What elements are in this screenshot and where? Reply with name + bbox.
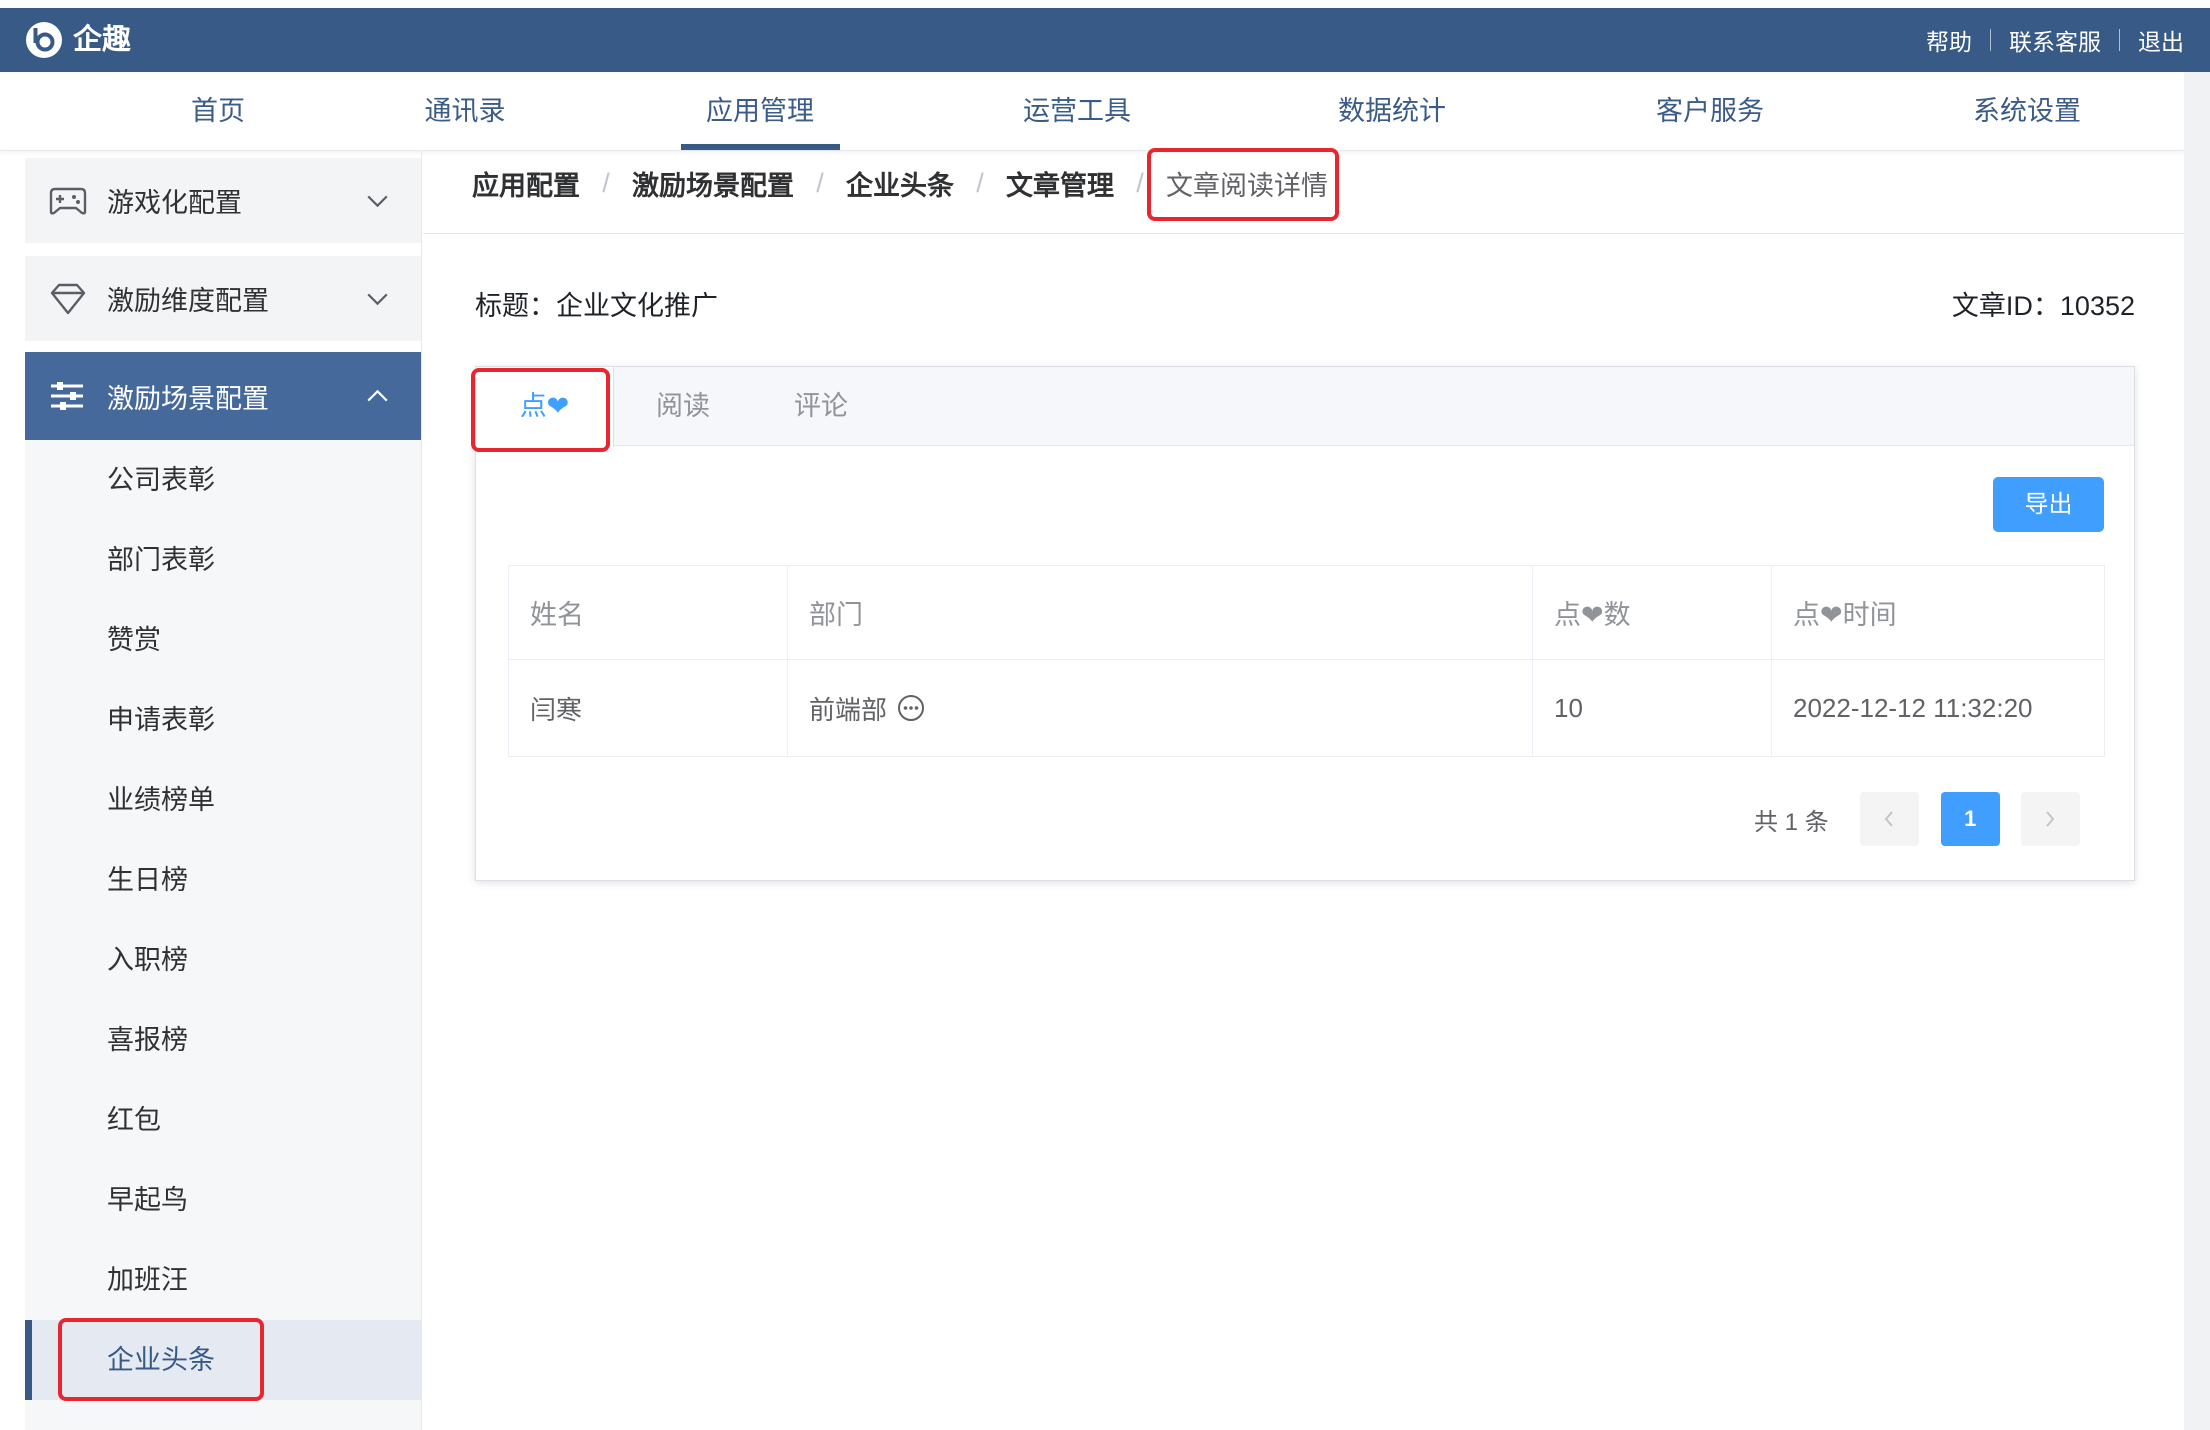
sidebar-item-department-commendation[interactable]: 部门表彰 bbox=[25, 520, 421, 600]
sidebar-item-appreciation[interactable]: 赞赏 bbox=[25, 600, 421, 680]
selected-indicator-bar bbox=[25, 1320, 32, 1400]
column-header-name: 姓名 bbox=[508, 565, 788, 660]
column-header-like-time: 点❤时间 bbox=[1771, 565, 2105, 660]
nav-item-system-settings[interactable]: 系统设置 bbox=[1973, 72, 2081, 151]
cell-like-count: 10 bbox=[1532, 659, 1772, 757]
chevron-up-icon bbox=[366, 389, 389, 403]
diamond-icon bbox=[49, 282, 87, 316]
contact-support-link[interactable]: 联系客服 bbox=[2009, 23, 2101, 57]
table-row: 闫寒 前端部 10 2022-12-12 11:32:20 bbox=[508, 659, 2105, 757]
chevron-right-icon bbox=[2044, 810, 2056, 828]
breadcrumb-current-page: 文章阅读详情 bbox=[1166, 170, 1328, 201]
nav-item-contacts[interactable]: 通讯录 bbox=[425, 72, 506, 151]
chevron-down-icon bbox=[366, 194, 389, 207]
top-links: 帮助 联系客服 退出 bbox=[1926, 8, 2184, 72]
pagination-next-button[interactable] bbox=[2020, 792, 2080, 846]
sidebar-group-incentive-dimension[interactable]: 激励维度配置 bbox=[25, 256, 421, 341]
breadcrumb-headlines[interactable]: 企业头条 bbox=[846, 164, 954, 203]
top-link-divider bbox=[1990, 29, 1991, 51]
top-bar: 企趣 帮助 联系客服 退出 bbox=[0, 8, 2210, 72]
tab-likes[interactable]: 点❤ bbox=[476, 367, 614, 447]
sidebar-divider bbox=[421, 151, 422, 1430]
nav-item-data-statistics[interactable]: 数据统计 bbox=[1338, 72, 1446, 151]
app-logo[interactable]: 企趣 bbox=[25, 21, 131, 59]
sidebar-item-good-news-ranking[interactable]: 喜报榜 bbox=[25, 1000, 421, 1080]
nav-item-operation-tools[interactable]: 运营工具 bbox=[1023, 72, 1131, 151]
nav-active-underline bbox=[681, 144, 840, 150]
nav-item-customer-service[interactable]: 客户服务 bbox=[1656, 72, 1764, 151]
nav-item-home[interactable]: 首页 bbox=[191, 72, 245, 151]
article-title-label: 标题： bbox=[475, 291, 556, 321]
breadcrumb: 应用配置 / 激励场景配置 / 企业头条 / 文章管理 / 文章阅读详情 bbox=[472, 165, 1328, 201]
department-name: 前端部 bbox=[809, 694, 888, 725]
article-id-label: 文章ID： bbox=[1951, 291, 2060, 321]
sidebar-item-early-bird[interactable]: 早起鸟 bbox=[25, 1160, 421, 1240]
breadcrumb-separator: / bbox=[976, 167, 984, 198]
sidebar-group-gamification[interactable]: 游戏化配置 bbox=[25, 158, 421, 243]
app-name: 企趣 bbox=[73, 24, 132, 56]
sidebar-item-performance-ranking[interactable]: 业绩榜单 bbox=[25, 760, 421, 840]
qiqu-logo-icon bbox=[25, 21, 63, 59]
cell-department: 前端部 bbox=[787, 659, 1533, 757]
export-button[interactable]: 导出 bbox=[1993, 477, 2104, 532]
tab-bar: 点❤ 阅读 评论 bbox=[476, 367, 2134, 447]
detail-card: 点❤ 阅读 评论 导出 姓名 部门 点❤数 点❤时间 闫寒 前端部 10 202… bbox=[475, 366, 2135, 881]
gamepad-icon bbox=[49, 186, 87, 216]
breadcrumb-separator: / bbox=[816, 167, 824, 198]
likes-table: 姓名 部门 点❤数 点❤时间 闫寒 前端部 10 2022-12-12 11:3… bbox=[508, 565, 2105, 757]
column-header-like-count: 点❤数 bbox=[1532, 565, 1772, 660]
cell-like-time: 2022-12-12 11:32:20 bbox=[1771, 659, 2105, 757]
sidebar-item-birthday-ranking[interactable]: 生日榜 bbox=[25, 840, 421, 920]
article-title: 标题：企业文化推广 bbox=[475, 288, 718, 324]
pagination-total: 共 1 条 bbox=[1754, 808, 1829, 836]
page-right-gutter bbox=[2184, 72, 2210, 1430]
logout-link[interactable]: 退出 bbox=[2138, 23, 2184, 57]
more-circle-icon[interactable] bbox=[897, 694, 925, 722]
pagination: 共 1 条 1 bbox=[1754, 792, 2080, 846]
article-title-value: 企业文化推广 bbox=[556, 291, 718, 321]
breadcrumb-incentive-scene[interactable]: 激励场景配置 bbox=[632, 164, 794, 203]
main-nav: 首页 通讯录 应用管理 运营工具 数据统计 客户服务 系统设置 bbox=[0, 72, 2184, 151]
nav-item-app-management[interactable]: 应用管理 bbox=[706, 72, 814, 151]
chevron-left-icon bbox=[1883, 810, 1895, 828]
sidebar-submenu: 公司表彰 部门表彰 赞赏 申请表彰 业绩榜单 生日榜 入职榜 喜报榜 红包 早起… bbox=[25, 440, 421, 1430]
breadcrumb-separator: / bbox=[1136, 167, 1144, 198]
sidebar-group-label: 激励维度配置 bbox=[107, 286, 269, 316]
tab-reads[interactable]: 阅读 bbox=[614, 367, 752, 446]
pagination-prev-button[interactable] bbox=[1859, 792, 1919, 846]
sidebar-item-company-commendation[interactable]: 公司表彰 bbox=[25, 440, 421, 520]
breadcrumb-separator: / bbox=[602, 167, 610, 198]
top-link-divider bbox=[2119, 29, 2120, 51]
help-link[interactable]: 帮助 bbox=[1926, 23, 1972, 57]
tab-comments[interactable]: 评论 bbox=[752, 367, 890, 446]
sidebar-item-overtime[interactable]: 加班汪 bbox=[25, 1240, 421, 1320]
sidebar-item-headlines[interactable]: 企业头条 bbox=[25, 1320, 421, 1400]
breadcrumb-article-management[interactable]: 文章管理 bbox=[1006, 164, 1114, 203]
pagination-page-button[interactable]: 1 bbox=[1940, 792, 2000, 846]
sidebar-item-apply-commendation[interactable]: 申请表彰 bbox=[25, 680, 421, 760]
department-cell-content: 前端部 bbox=[809, 690, 1532, 727]
sidebar-group-label: 激励场景配置 bbox=[107, 383, 269, 414]
sliders-icon bbox=[49, 381, 85, 411]
column-header-department: 部门 bbox=[787, 565, 1533, 660]
table-header-row: 姓名 部门 点❤数 点❤时间 bbox=[508, 565, 2105, 660]
chevron-down-icon bbox=[366, 292, 389, 305]
sidebar-item-onboarding-ranking[interactable]: 入职榜 bbox=[25, 920, 421, 1000]
sidebar-group-label: 游戏化配置 bbox=[107, 188, 242, 218]
article-id-value: 10352 bbox=[2059, 291, 2135, 321]
sidebar-group-incentive-scene[interactable]: 激励场景配置 bbox=[25, 352, 421, 440]
sidebar-item-red-packet[interactable]: 红包 bbox=[25, 1080, 421, 1160]
breadcrumb-app-config[interactable]: 应用配置 bbox=[472, 164, 580, 203]
cell-name: 闫寒 bbox=[508, 659, 788, 757]
sidebar-item-label: 企业头条 bbox=[107, 1345, 215, 1375]
article-id: 文章ID：10352 bbox=[1952, 288, 2135, 324]
